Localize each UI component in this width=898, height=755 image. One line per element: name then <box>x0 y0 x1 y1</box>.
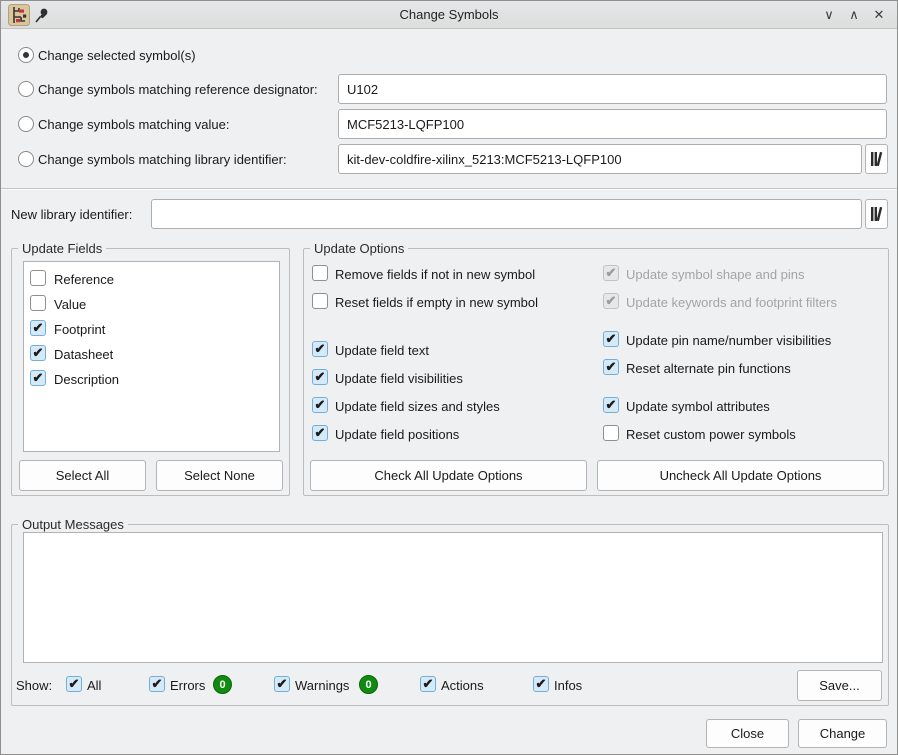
select-all-button[interactable]: Select All <box>19 460 146 491</box>
maximize-icon[interactable]: ∧ <box>844 6 864 24</box>
option-checkbox-reset-custom-power[interactable] <box>603 425 619 441</box>
field-checkbox-description[interactable] <box>30 370 46 386</box>
update-options-group: Update Options Remove fields if not in n… <box>303 248 889 496</box>
radio-match-reference-label: Change symbols matching reference design… <box>38 82 318 97</box>
change-button[interactable]: Change <box>798 719 887 748</box>
option-checkbox-reset-fields[interactable] <box>312 293 328 309</box>
browse-library-button[interactable] <box>865 144 888 174</box>
library-books-icon <box>870 151 884 167</box>
radio-match-reference[interactable] <box>18 81 34 97</box>
option-checkbox-update-symbol-shape <box>603 265 619 281</box>
field-checkbox-datasheet[interactable] <box>30 345 46 361</box>
option-label-update-field-visibilities: Update field visibilities <box>335 371 463 386</box>
option-label-update-pin-visibilities: Update pin name/number visibilities <box>626 333 831 348</box>
filter-label-errors: Errors <box>170 678 205 693</box>
field-label-footprint: Footprint <box>54 322 105 337</box>
save-button[interactable]: Save... <box>797 670 882 701</box>
browse-new-library-button[interactable] <box>865 199 888 229</box>
option-checkbox-update-field-visibilities[interactable] <box>312 369 328 385</box>
close-button[interactable]: Close <box>706 719 789 748</box>
option-label-reset-alternate-pins: Reset alternate pin functions <box>626 361 791 376</box>
new-library-input[interactable] <box>151 199 862 229</box>
separator <box>1 188 898 190</box>
field-label-value: Value <box>54 297 86 312</box>
radio-change-selected[interactable] <box>18 47 34 63</box>
show-label: Show: <box>16 678 52 693</box>
reference-designator-input[interactable] <box>338 74 887 104</box>
check-all-options-button[interactable]: Check All Update Options <box>310 460 587 491</box>
field-checkbox-reference[interactable] <box>30 270 46 286</box>
field-label-reference: Reference <box>54 272 114 287</box>
option-label-update-field-text: Update field text <box>335 343 429 358</box>
value-input[interactable] <box>338 109 887 139</box>
option-label-update-keywords: Update keywords and footprint filters <box>626 295 837 310</box>
update-fields-list[interactable]: Reference Value Footprint Datasheet Desc… <box>23 261 280 452</box>
filter-checkbox-infos[interactable] <box>533 676 549 692</box>
option-label-reset-fields: Reset fields if empty in new symbol <box>335 295 538 310</box>
option-checkbox-update-keywords <box>603 293 619 309</box>
field-checkbox-value[interactable] <box>30 295 46 311</box>
field-label-description: Description <box>54 372 119 387</box>
change-symbols-dialog: Change Symbols ∨ ∧ ✕ Change selected sym… <box>0 0 898 755</box>
option-label-update-field-positions: Update field positions <box>335 427 459 442</box>
radio-match-value[interactable] <box>18 116 34 132</box>
option-checkbox-reset-alternate-pins[interactable] <box>603 359 619 375</box>
filter-label-all: All <box>87 678 101 693</box>
library-identifier-input[interactable] <box>338 144 862 174</box>
update-options-title: Update Options <box>310 241 408 256</box>
option-checkbox-remove-fields[interactable] <box>312 265 328 281</box>
library-books-icon <box>870 206 884 222</box>
filter-label-infos: Infos <box>554 678 582 693</box>
field-checkbox-footprint[interactable] <box>30 320 46 336</box>
option-checkbox-update-pin-visibilities[interactable] <box>603 331 619 347</box>
output-messages-group: Output Messages Show: All Errors 0 Warni… <box>11 524 889 706</box>
filter-checkbox-errors[interactable] <box>149 676 165 692</box>
filter-checkbox-all[interactable] <box>66 676 82 692</box>
option-checkbox-update-field-text[interactable] <box>312 341 328 357</box>
option-checkbox-update-field-sizes[interactable] <box>312 397 328 413</box>
radio-change-selected-label: Change selected symbol(s) <box>38 48 196 63</box>
radio-match-library-id[interactable] <box>18 151 34 167</box>
output-messages-panel[interactable] <box>23 532 883 663</box>
minimize-icon[interactable]: ∨ <box>819 6 839 24</box>
uncheck-all-options-button[interactable]: Uncheck All Update Options <box>597 460 884 491</box>
option-label-update-symbol-shape: Update symbol shape and pins <box>626 267 805 282</box>
errors-count-badge: 0 <box>213 675 232 694</box>
radio-match-value-label: Change symbols matching value: <box>38 117 230 132</box>
option-checkbox-update-field-positions[interactable] <box>312 425 328 441</box>
radio-match-library-id-label: Change symbols matching library identifi… <box>38 152 287 167</box>
update-fields-title: Update Fields <box>18 241 106 256</box>
filter-label-warnings: Warnings <box>295 678 349 693</box>
option-label-update-symbol-attributes: Update symbol attributes <box>626 399 770 414</box>
option-checkbox-update-symbol-attributes[interactable] <box>603 397 619 413</box>
new-library-label: New library identifier: <box>11 207 132 222</box>
option-label-update-field-sizes: Update field sizes and styles <box>335 399 500 414</box>
filter-checkbox-warnings[interactable] <box>274 676 290 692</box>
option-label-remove-fields: Remove fields if not in new symbol <box>335 267 535 282</box>
window-title: Change Symbols <box>1 7 897 22</box>
titlebar[interactable]: Change Symbols ∨ ∧ ✕ <box>1 1 897 29</box>
output-messages-title: Output Messages <box>18 517 128 532</box>
close-icon[interactable]: ✕ <box>869 6 889 24</box>
filter-checkbox-actions[interactable] <box>420 676 436 692</box>
update-fields-group: Update Fields Reference Value Footprint … <box>11 248 290 496</box>
filter-label-actions: Actions <box>441 678 484 693</box>
select-none-button[interactable]: Select None <box>156 460 283 491</box>
field-label-datasheet: Datasheet <box>54 347 113 362</box>
warnings-count-badge: 0 <box>359 675 378 694</box>
option-label-reset-custom-power: Reset custom power symbols <box>626 427 796 442</box>
